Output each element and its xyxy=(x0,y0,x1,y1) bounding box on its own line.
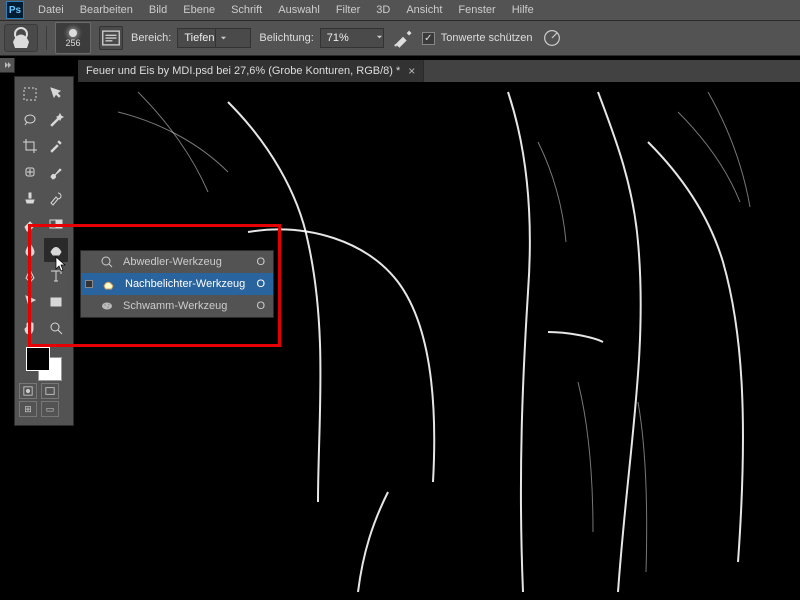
toolbox: ⊞ ▭ xyxy=(14,76,74,426)
rectangle-tool[interactable] xyxy=(44,290,68,314)
menu-ebene[interactable]: Ebene xyxy=(175,1,223,19)
sponge-icon xyxy=(99,298,115,314)
mouse-cursor-icon xyxy=(54,256,70,272)
exposure-value: 71% xyxy=(327,32,349,44)
dodge-icon xyxy=(99,254,115,270)
range-label: Bereich: xyxy=(131,32,171,44)
move-tool[interactable] xyxy=(44,82,68,106)
brush-preset-picker[interactable]: 256 xyxy=(55,22,91,54)
exposure-label: Belichtung: xyxy=(259,32,313,44)
document-tab[interactable]: Feuer und Eis by MDI.psd bei 27,6% (Grob… xyxy=(78,60,424,82)
screenmode-toggle[interactable] xyxy=(41,383,59,399)
canvas[interactable] xyxy=(78,82,800,600)
range-value: Tiefen xyxy=(184,32,214,44)
flyout-item-sponge[interactable]: Schwamm-Werkzeug O xyxy=(81,295,273,317)
clone-stamp-tool[interactable] xyxy=(18,186,42,210)
menu-ansicht[interactable]: Ansicht xyxy=(398,1,450,19)
document-tab-strip: Feuer und Eis by MDI.psd bei 27,6% (Grob… xyxy=(78,60,800,82)
chevron-down-icon xyxy=(215,29,232,47)
flyout-item-label: Abwedler-Werkzeug xyxy=(123,256,248,268)
foreground-color-swatch[interactable] xyxy=(26,347,50,371)
pressure-icon[interactable] xyxy=(541,27,563,49)
blur-tool[interactable] xyxy=(18,238,42,262)
chevron-down-icon xyxy=(376,32,383,44)
flyout-item-shortcut: O xyxy=(256,256,265,268)
canvas-artwork xyxy=(78,82,800,600)
protect-tones-checkbox[interactable]: ✓ xyxy=(422,32,435,45)
menu-auswahl[interactable]: Auswahl xyxy=(270,1,328,19)
menu-3d[interactable]: 3D xyxy=(368,1,398,19)
airbrush-icon[interactable] xyxy=(392,27,414,49)
exposure-input[interactable]: 71% xyxy=(320,28,384,48)
menu-schrift[interactable]: Schrift xyxy=(223,1,270,19)
menu-bild[interactable]: Bild xyxy=(141,1,175,19)
menu-bar: Ps Datei Bearbeiten Bild Ebene Schrift A… xyxy=(0,0,800,21)
hand-tool[interactable] xyxy=(18,316,42,340)
extra-toggle-a[interactable]: ⊞ xyxy=(19,401,37,417)
eraser-tool[interactable] xyxy=(18,212,42,236)
quickmask-toggle[interactable] xyxy=(19,383,37,399)
extra-toggle-b[interactable]: ▭ xyxy=(41,401,59,417)
lasso-tool[interactable] xyxy=(18,108,42,132)
selected-indicator xyxy=(85,259,91,265)
protect-tones-label: Tonwerte schützen xyxy=(441,32,533,44)
selected-indicator xyxy=(85,303,91,309)
crop-tool[interactable] xyxy=(18,134,42,158)
healing-brush-tool[interactable] xyxy=(18,160,42,184)
app-logo: Ps xyxy=(0,0,30,20)
history-brush-tool[interactable] xyxy=(44,186,68,210)
gradient-tool[interactable] xyxy=(44,212,68,236)
document-tab-title: Feuer und Eis by MDI.psd bei 27,6% (Grob… xyxy=(86,65,400,77)
eyedropper-tool[interactable] xyxy=(44,134,68,158)
brush-panel-toggle[interactable] xyxy=(99,26,123,50)
panel-collapse-toggle[interactable] xyxy=(0,58,15,73)
tool-flyout-menu: Abwedler-Werkzeug O Nachbelichter-Werkze… xyxy=(80,250,274,318)
menu-filter[interactable]: Filter xyxy=(328,1,368,19)
flyout-item-label: Schwamm-Werkzeug xyxy=(123,300,248,312)
brush-size-value: 256 xyxy=(65,38,80,48)
zoom-tool[interactable] xyxy=(44,316,68,340)
burn-icon xyxy=(101,276,117,292)
menu-hilfe[interactable]: Hilfe xyxy=(504,1,542,19)
menu-bearbeiten[interactable]: Bearbeiten xyxy=(72,1,141,19)
close-icon[interactable]: × xyxy=(408,64,415,78)
separator xyxy=(46,26,47,50)
path-selection-tool[interactable] xyxy=(18,290,42,314)
selected-indicator xyxy=(85,280,93,288)
app-logo-text: Ps xyxy=(6,1,24,19)
pen-tool[interactable] xyxy=(18,264,42,288)
options-bar: 256 Bereich: Tiefen Belichtung: 71% ✓ To… xyxy=(0,21,800,56)
menu-datei[interactable]: Datei xyxy=(30,1,72,19)
color-swatches[interactable] xyxy=(22,345,66,379)
flyout-item-burn[interactable]: Nachbelichter-Werkzeug O xyxy=(81,273,273,295)
brush-tip-icon xyxy=(69,29,77,37)
menu-fenster[interactable]: Fenster xyxy=(450,1,503,19)
flyout-item-shortcut: O xyxy=(256,300,265,312)
magic-wand-tool[interactable] xyxy=(44,108,68,132)
flyout-item-label: Nachbelichter-Werkzeug xyxy=(125,278,248,290)
flyout-item-shortcut: O xyxy=(256,278,265,290)
range-select[interactable]: Tiefen xyxy=(177,28,251,48)
current-tool-icon[interactable] xyxy=(4,24,38,52)
marquee-tool[interactable] xyxy=(18,82,42,106)
flyout-item-dodge[interactable]: Abwedler-Werkzeug O xyxy=(81,251,273,273)
brush-tool[interactable] xyxy=(44,160,68,184)
